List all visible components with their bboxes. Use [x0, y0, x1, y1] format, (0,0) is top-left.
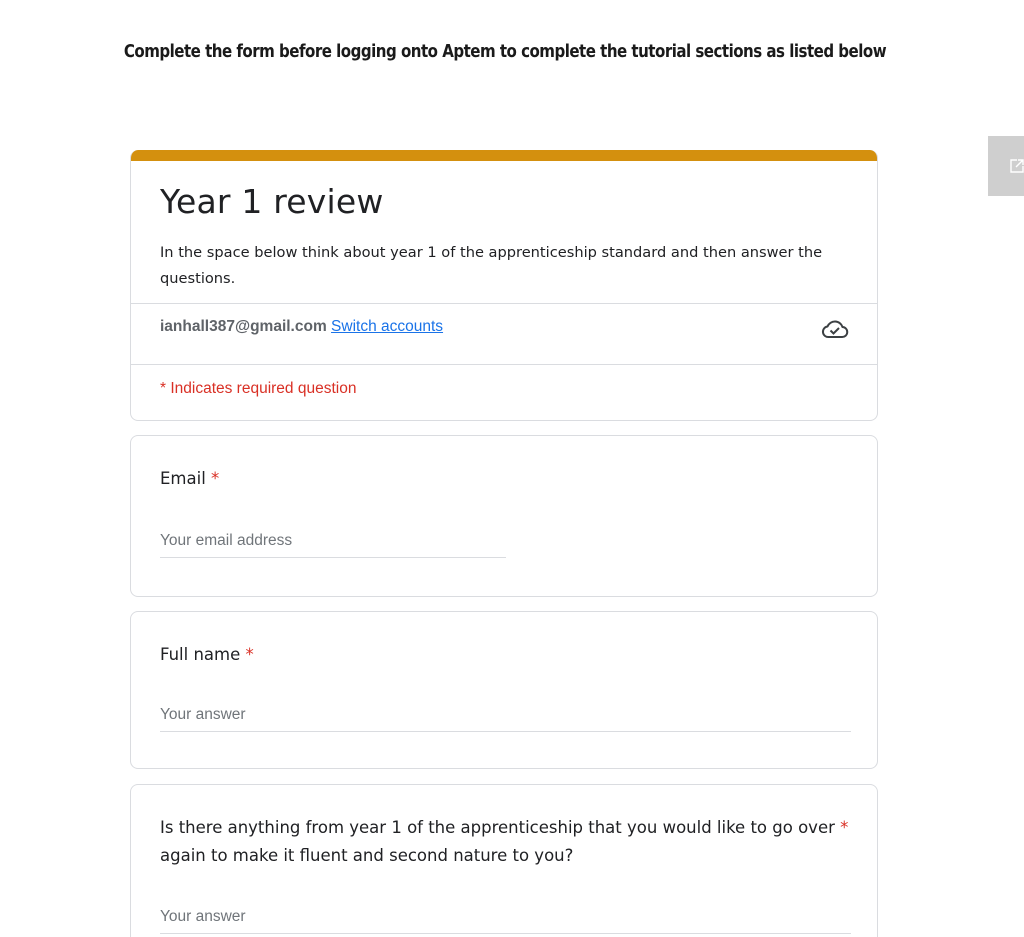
question-label: Email *: [160, 465, 219, 493]
form-description: In the space below think about year 1 of…: [160, 244, 823, 287]
account-row: ianhall387@gmail.com Switch accounts: [160, 318, 443, 336]
open-in-new-icon: [1010, 159, 1024, 173]
question-text: Email: [160, 469, 206, 488]
form-title: Year 1 review: [160, 182, 384, 221]
question-text-line2: again to make it fluent and second natur…: [160, 846, 574, 865]
question-card-full-name: Full name *: [130, 611, 878, 769]
page: Complete the form before logging onto Ap…: [0, 0, 1024, 937]
form-header-card: Year 1 review In the space below think a…: [130, 150, 878, 421]
header-accent-bar: [131, 150, 877, 161]
question-text: Full name: [160, 645, 241, 664]
header-divider: [131, 303, 877, 304]
required-star: *: [840, 818, 849, 837]
email-input[interactable]: [160, 532, 506, 558]
switch-accounts-link[interactable]: Switch accounts: [331, 318, 443, 335]
full-name-input[interactable]: [160, 706, 851, 732]
cloud-done-icon: [821, 320, 849, 339]
account-divider: [131, 364, 877, 365]
question-label: Full name *: [160, 641, 254, 669]
open-in-new-tab-button[interactable]: [988, 136, 1024, 196]
question-label: Is there anything from year 1 of the app…: [160, 814, 848, 870]
required-question-note: * Indicates required question: [160, 380, 357, 397]
required-star: *: [211, 469, 220, 488]
year1-review-answer-input[interactable]: [160, 908, 851, 934]
question-card-email: Email *: [130, 435, 878, 597]
required-star: *: [245, 645, 254, 664]
page-heading: Complete the form before logging onto Ap…: [123, 42, 887, 62]
question-text: Is there anything from year 1 of the app…: [160, 818, 835, 837]
question-card-year1-review: Is there anything from year 1 of the app…: [130, 784, 878, 937]
account-email: ianhall387@gmail.com: [160, 318, 327, 335]
